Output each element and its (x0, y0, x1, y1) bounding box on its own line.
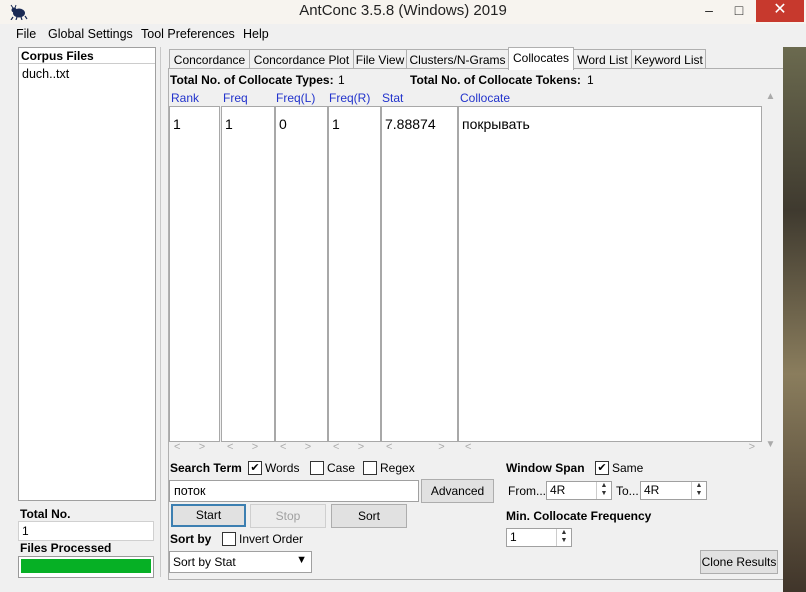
files-processed-progress-bar (18, 556, 154, 578)
freq-l-hscroll[interactable]: < > (280, 441, 311, 453)
advanced-button[interactable]: Advanced (421, 479, 494, 503)
window-title: AntConc 3.5.8 (Windows) 2019 (299, 2, 507, 19)
window-span-label: Window Span (506, 461, 585, 475)
total-no-label: Total No. (20, 507, 71, 521)
total-no-value: 1 (22, 524, 29, 538)
same-label[interactable]: Same (612, 461, 643, 475)
corpus-files-panel: Corpus Files duch..txt (18, 47, 156, 501)
chevron-down-icon[interactable]: ▼ (296, 554, 307, 566)
regex-label[interactable]: Regex (380, 461, 415, 475)
menu-bar: File Global Settings Tool Preferences He… (0, 25, 806, 45)
column-header-collocate[interactable]: Collocate (460, 91, 510, 105)
column-header-freq-r[interactable]: Freq(R) (329, 91, 370, 105)
collocate-hscroll[interactable]: < > (465, 441, 755, 453)
rank-hscroll[interactable]: < > (174, 441, 205, 453)
tab-clusters-ngrams[interactable]: Clusters/N-Grams (406, 49, 509, 69)
tab-collocates[interactable]: Collocates (508, 47, 574, 70)
desktop-wallpaper (783, 47, 806, 592)
freq-l-cell[interactable]: 0 (279, 116, 287, 132)
clone-results-button[interactable]: Clone Results (700, 550, 778, 574)
freq-r-column[interactable]: 1 (328, 106, 381, 442)
divider (19, 63, 155, 64)
scroll-up-icon[interactable]: ▲ (763, 91, 778, 102)
results-vscroll[interactable]: ▲ ▼ (763, 91, 778, 453)
app-window: AntConc 3.5.8 (Windows) 2019 – □ ✕ File … (0, 0, 806, 592)
minimize-button[interactable]: – (694, 0, 724, 22)
tab-concordance-plot[interactable]: Concordance Plot (249, 49, 354, 69)
freq-hscroll[interactable]: < > (227, 441, 258, 453)
collocate-cell[interactable]: покрывать (462, 116, 530, 132)
tab-file-view[interactable]: File View (353, 49, 407, 69)
menu-global-settings[interactable]: Global Settings (48, 27, 133, 41)
search-term-input[interactable]: поток (169, 480, 419, 502)
scroll-down-icon[interactable]: ▼ (763, 439, 778, 450)
invert-order-checkbox[interactable] (222, 532, 236, 546)
start-button[interactable]: Start (171, 504, 246, 527)
tab-word-list[interactable]: Word List (573, 49, 632, 69)
sort-by-select[interactable]: Sort by Stat ▼ (169, 551, 312, 573)
from-value: 4R (550, 483, 566, 497)
to-spinner[interactable]: 4R ▲ ▼ (640, 481, 707, 500)
rank-cell[interactable]: 1 (173, 116, 181, 132)
to-label: To... (616, 484, 639, 498)
search-term-value: поток (174, 484, 206, 498)
tab-concordance[interactable]: Concordance (169, 49, 250, 69)
case-checkbox[interactable] (310, 461, 324, 475)
rank-column[interactable]: 1 (169, 106, 220, 442)
column-header-freq-l[interactable]: Freq(L) (276, 91, 315, 105)
collocate-column[interactable]: покрывать (458, 106, 762, 442)
invert-order-label[interactable]: Invert Order (239, 532, 303, 546)
from-spinner[interactable]: 4R ▲ ▼ (546, 481, 612, 500)
freq-r-cell[interactable]: 1 (332, 116, 340, 132)
words-label[interactable]: Words (265, 461, 299, 475)
case-label[interactable]: Case (327, 461, 355, 475)
column-header-rank[interactable]: Rank (171, 91, 199, 105)
corpus-files-header: Corpus Files (21, 49, 94, 63)
regex-checkbox[interactable] (363, 461, 377, 475)
spinner-arrows-icon[interactable]: ▲ ▼ (691, 482, 706, 499)
menu-help[interactable]: Help (243, 27, 269, 41)
collocate-types-value: 1 (338, 73, 345, 87)
collocate-types-label: Total No. of Collocate Types: (170, 73, 334, 87)
freq-cell[interactable]: 1 (225, 116, 233, 132)
stop-button[interactable]: Stop (250, 504, 326, 528)
stat-hscroll[interactable]: < > (386, 441, 445, 453)
sort-by-label: Sort by (170, 532, 212, 546)
min-frequency-spinner[interactable]: 1 ▲ ▼ (506, 528, 572, 547)
freq-r-hscroll[interactable]: < > (333, 441, 364, 453)
to-value: 4R (644, 483, 660, 497)
spinner-arrows-icon[interactable]: ▲ ▼ (556, 529, 571, 546)
maximize-button[interactable]: □ (724, 0, 754, 22)
freq-l-column[interactable]: 0 (275, 106, 328, 442)
corpus-file-item[interactable]: duch..txt (22, 67, 69, 81)
panel-divider[interactable] (160, 47, 161, 577)
column-header-stat[interactable]: Stat (382, 91, 403, 105)
stat-cell[interactable]: 7.88874 (385, 116, 436, 132)
spinner-arrows-icon[interactable]: ▲ ▼ (596, 482, 611, 499)
sort-by-value: Sort by Stat (173, 555, 236, 569)
menu-file[interactable]: File (16, 27, 36, 41)
min-collocate-frequency-label: Min. Collocate Frequency (506, 509, 652, 523)
words-checkbox[interactable]: ✔ (248, 461, 262, 475)
progress-fill (21, 559, 151, 573)
column-header-freq[interactable]: Freq (223, 91, 248, 105)
freq-column[interactable]: 1 (221, 106, 275, 442)
search-term-label: Search Term (170, 461, 242, 475)
min-frequency-value: 1 (510, 530, 517, 544)
files-processed-label: Files Processed (20, 541, 112, 555)
sort-button[interactable]: Sort (331, 504, 407, 528)
collocate-tokens-value: 1 (587, 73, 594, 87)
tab-keyword-list[interactable]: Keyword List (631, 49, 706, 69)
total-no-field: 1 (18, 521, 154, 541)
menu-tool-preferences[interactable]: Tool Preferences (141, 27, 235, 41)
stat-column[interactable]: 7.88874 (381, 106, 458, 442)
title-bar: AntConc 3.5.8 (Windows) 2019 – □ ✕ (0, 0, 806, 24)
collocate-tokens-label: Total No. of Collocate Tokens: (410, 73, 581, 87)
same-checkbox[interactable]: ✔ (595, 461, 609, 475)
from-label: From... (508, 484, 546, 498)
close-button[interactable]: ✕ (756, 0, 804, 22)
